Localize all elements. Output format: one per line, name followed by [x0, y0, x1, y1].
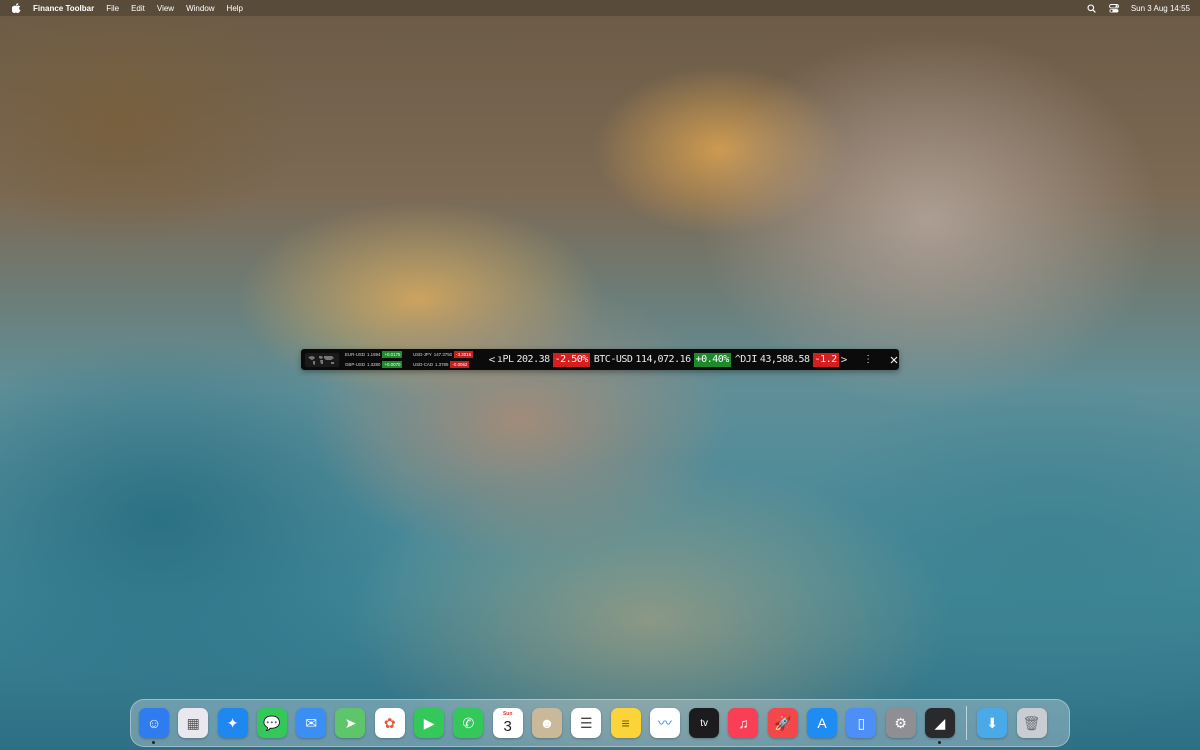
- ticker-change: -2.50%: [552, 352, 590, 367]
- fx-rate-eurusd[interactable]: EUR-USD 1.1594 +0.0175: [345, 350, 413, 359]
- phone-icon[interactable]: ✆: [453, 708, 484, 738]
- app-store-icon[interactable]: A: [807, 708, 838, 738]
- finder-icon[interactable]: ☺: [139, 708, 169, 744]
- dock-icon-glyph: ◢: [934, 714, 946, 731]
- finance-chart-icon[interactable]: ◢: [924, 708, 955, 744]
- ticker-item[interactable]: ^DJI 43,588.58 -1.2: [734, 352, 839, 367]
- dock-icon-glyph: 〰: [657, 715, 672, 731]
- dock-icon-glyph: ☺: [146, 715, 162, 731]
- menu-app-name[interactable]: Finance Toolbar: [33, 4, 94, 13]
- calendar-day: 3: [503, 717, 512, 735]
- menu-edit[interactable]: Edit: [131, 4, 145, 13]
- fx-price: 1.1594: [367, 352, 381, 357]
- ticker-item[interactable]: ıPL 202.38 -2.50%: [496, 352, 590, 367]
- more-options-icon[interactable]: ⋮: [863, 354, 873, 365]
- menu-bar: Finance Toolbar File Edit View Window He…: [0, 0, 1200, 16]
- maps-icon[interactable]: ➤: [335, 708, 366, 738]
- apple-tv-label: tv: [700, 717, 709, 729]
- dock-icon-glyph: ☰: [579, 714, 593, 731]
- calendar-month: Sun: [502, 711, 513, 717]
- dock-icon-glyph: ♫: [738, 715, 749, 731]
- control-center-icon[interactable]: [1108, 3, 1119, 13]
- menu-help[interactable]: Help: [227, 4, 243, 13]
- dock-icon-glyph: ▯: [857, 714, 866, 731]
- close-icon[interactable]: [889, 356, 899, 364]
- simulator-icon[interactable]: ▯: [846, 708, 877, 738]
- music-icon[interactable]: ♫: [728, 708, 759, 738]
- dock-icon-glyph: 🗑: [1022, 714, 1041, 731]
- notes-icon[interactable]: ≡: [610, 708, 641, 738]
- dock-icon-glyph: ⬇: [986, 714, 999, 731]
- fx-pair: USD-JPY: [413, 352, 432, 357]
- dock-icon-glyph: ✆: [462, 714, 475, 731]
- mail-icon[interactable]: ✉: [296, 708, 327, 738]
- launchpad-icon[interactable]: ▦: [178, 708, 209, 738]
- ticker-value: 202.38: [516, 354, 551, 365]
- ticker-symbol: ^DJI: [734, 354, 758, 365]
- freeform-icon[interactable]: 〰: [649, 708, 680, 738]
- fx-change: -3.3016: [454, 351, 474, 358]
- fx-pair: GBP-USD: [345, 362, 366, 367]
- ticker-item[interactable]: BTC-USD 114,072.16 +0.40%: [593, 352, 731, 367]
- fx-pair: USD-CAD: [413, 362, 434, 367]
- messages-icon[interactable]: 💬: [256, 708, 287, 738]
- fx-rates-panel: EUR-USD 1.1594 +0.0175 USD-JPY 147.3750 …: [345, 350, 483, 369]
- menu-view[interactable]: View: [157, 4, 174, 13]
- finance-toolbar: EUR-USD 1.1594 +0.0175 USD-JPY 147.3750 …: [301, 349, 899, 370]
- dock-icon-glyph: 🚀: [774, 714, 792, 731]
- ticker-symbol: BTC-USD: [593, 354, 633, 365]
- reminders-icon[interactable]: ☰: [571, 708, 602, 738]
- fx-rate-usdjpy[interactable]: USD-JPY 147.3750 -3.3016: [413, 350, 483, 359]
- fx-change: +0.0175: [382, 351, 403, 358]
- dock-icon-glyph: ▦: [186, 714, 200, 731]
- fx-price: 147.3750: [433, 352, 453, 357]
- apple-tv-icon[interactable]: tv: [689, 708, 720, 738]
- ticker-value: 114,072.16: [635, 354, 691, 365]
- dock-icon-glyph: ➤: [344, 714, 357, 731]
- ticker-change: +0.40%: [693, 352, 731, 367]
- dock-icon-glyph: ▶: [423, 714, 435, 731]
- menu-file[interactable]: File: [106, 4, 119, 13]
- menu-window[interactable]: Window: [186, 4, 214, 13]
- ticker-prev-button[interactable]: <: [487, 353, 497, 366]
- clock[interactable]: Sun 3 Aug 14:55: [1131, 4, 1190, 13]
- running-indicator: [152, 741, 155, 744]
- ticker-value: 43,588.58: [759, 354, 810, 365]
- ticker-next-button[interactable]: >: [839, 353, 849, 366]
- fx-pair: EUR-USD: [345, 352, 366, 357]
- safari-icon[interactable]: ✦: [217, 708, 248, 738]
- ticker-symbol: ıPL: [496, 354, 514, 365]
- rocket-icon[interactable]: 🚀: [767, 708, 798, 738]
- dock-icon-glyph: 💬: [263, 714, 281, 731]
- settings-icon[interactable]: ⚙: [885, 708, 916, 738]
- apple-icon[interactable]: [11, 3, 21, 13]
- trash-icon[interactable]: 🗑: [1016, 708, 1047, 738]
- facetime-icon[interactable]: ▶: [414, 708, 445, 738]
- fx-rate-gbpusd[interactable]: GBP-USD 1.3280 +0.0070: [345, 360, 413, 369]
- dock-icon-glyph: ☻: [539, 715, 555, 731]
- fx-change: -0.0062: [450, 361, 470, 368]
- fx-change: +0.0070: [382, 361, 403, 368]
- calendar-icon[interactable]: Sun 3: [492, 708, 523, 738]
- dock-divider: [966, 706, 968, 740]
- dock: ☺ ▦ ✦ 💬 ✉ ➤ ✿ ▶ ✆ Sun 3 ☻ ☰ ≡ 〰 tv ♫ 🚀 A ▯ ⚙ ◢ ⬇ 🗑: [130, 699, 1070, 747]
- downloads-folder-icon[interactable]: ⬇: [977, 708, 1008, 738]
- contacts-icon[interactable]: ☻: [531, 708, 562, 738]
- fx-price: 1.3280: [367, 362, 381, 367]
- dock-icon-glyph: ≡: [621, 715, 630, 731]
- fx-rate-usdcad[interactable]: USD-CAD 1.3785 -0.0062: [413, 360, 483, 369]
- dock-icon-glyph: ✉: [305, 714, 318, 731]
- dock-icon-glyph: ⚙: [894, 714, 907, 731]
- dock-icon-glyph: A: [817, 715, 827, 731]
- running-indicator: [937, 741, 941, 744]
- dock-icon-glyph: ✿: [383, 714, 396, 731]
- dock-icon-glyph: ✦: [226, 714, 239, 731]
- fx-price: 1.3785: [435, 362, 449, 367]
- photos-icon[interactable]: ✿: [374, 708, 405, 738]
- ticker-strip: ıPL 202.38 -2.50% BTC-USD 114,072.16 +0.…: [496, 352, 839, 367]
- search-icon[interactable]: [1087, 3, 1097, 13]
- world-map-icon[interactable]: [305, 352, 339, 367]
- ticker-change: -1.2: [812, 352, 839, 367]
